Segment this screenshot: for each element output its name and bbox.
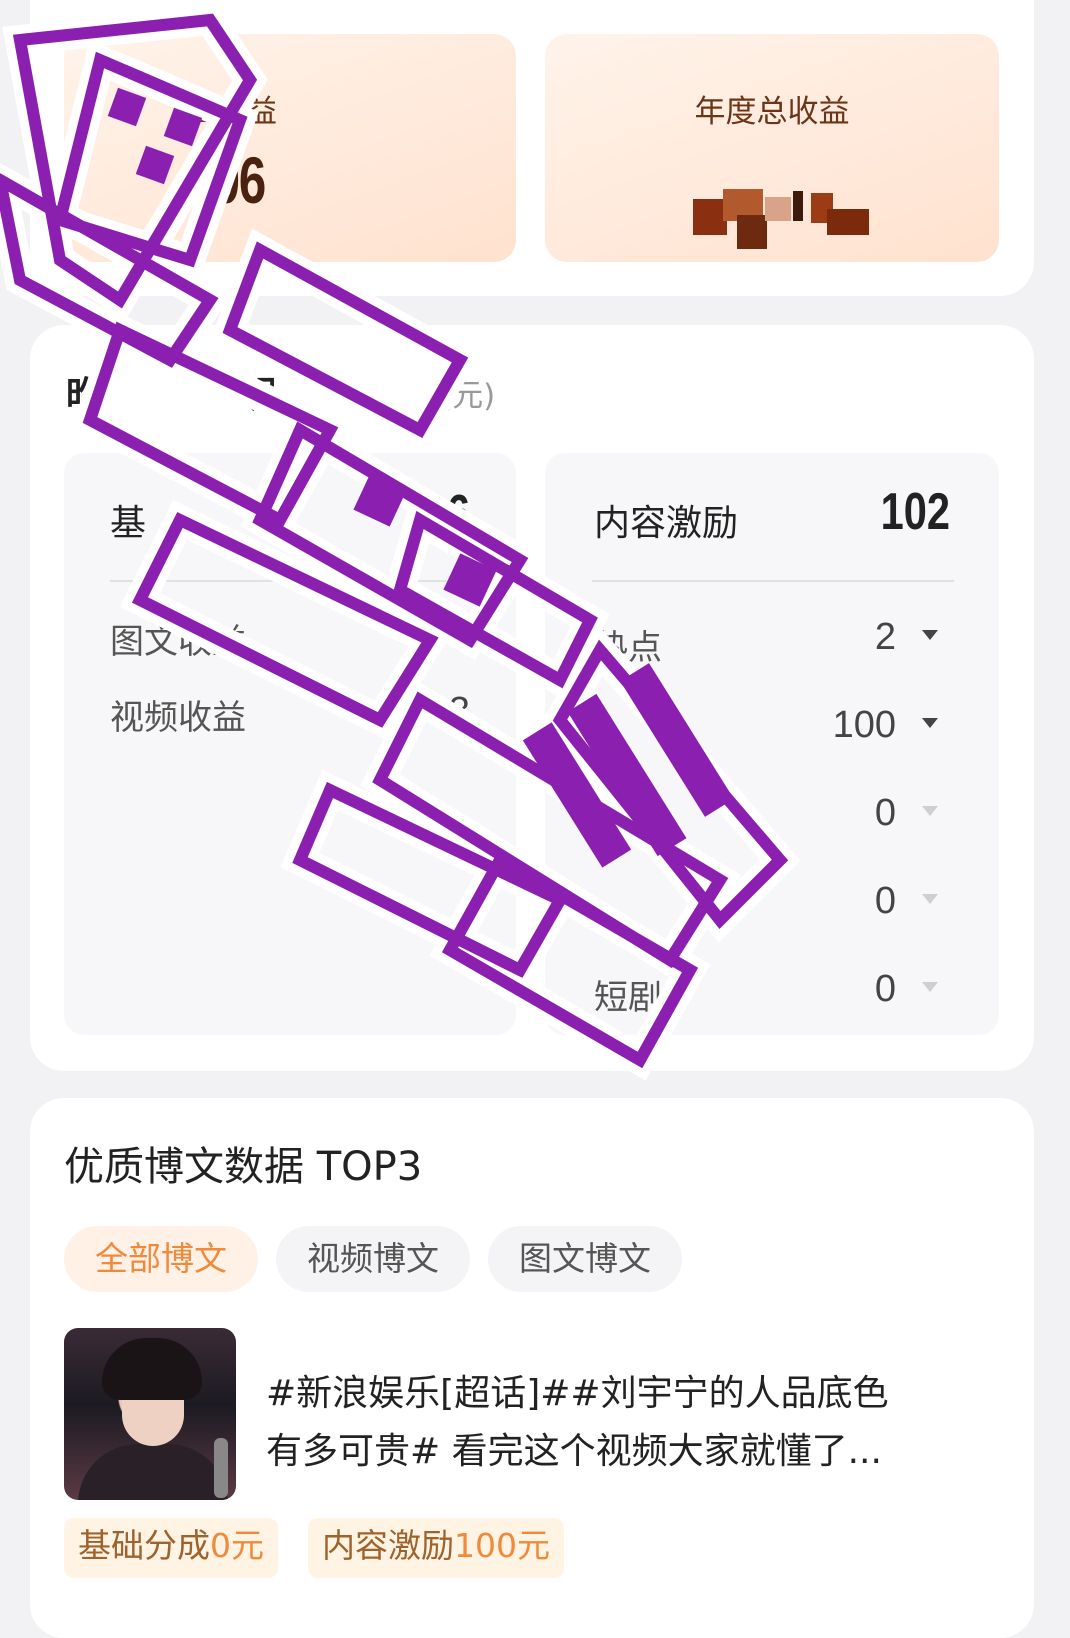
incentive-row-drama-value[interactable]: 0	[780, 968, 896, 1011]
today-earnings-box[interactable]: 日收益 06	[64, 34, 516, 262]
incentive-row-drama-label: 短剧	[594, 978, 662, 1018]
pic-earnings-value: 5	[448, 614, 470, 656]
detail-unit: (元)	[440, 378, 496, 414]
tab-image-posts[interactable]: 图文博文	[488, 1226, 682, 1292]
detail-title-fragment: 昨	[66, 375, 103, 416]
year-earnings-box[interactable]: 年度总收益	[545, 34, 999, 262]
today-earnings-label: 日收益	[184, 94, 277, 130]
chevron-down-icon[interactable]	[922, 630, 938, 640]
post-title-line2[interactable]: 有多可贵# 看完这个视频大家就懂了...	[266, 1422, 882, 1474]
pic-earnings-label: 图文收益	[110, 622, 246, 662]
top3-title: 优质博文数据 TOP3	[64, 1144, 423, 1190]
base-share-label-fragment: 基	[110, 503, 147, 544]
incentive-row-hot-label: 热点	[594, 628, 662, 668]
tab-video-posts[interactable]: 视频博文	[276, 1226, 470, 1292]
year-earnings-label: 年度总收益	[694, 94, 850, 130]
content-incentive-value: 102	[880, 483, 950, 541]
tag-base-share-prefix: 基础分成	[78, 1526, 210, 1565]
tag-base-share-amount: 0元	[210, 1526, 264, 1565]
tag-content-incentive-prefix: 内容激励	[322, 1526, 454, 1565]
video-earnings-value: .23	[417, 690, 470, 732]
incentive-row-3-value[interactable]: 0	[780, 792, 896, 835]
incentive-row-4-value[interactable]: 0	[780, 880, 896, 923]
right-divider	[592, 580, 954, 582]
post-thumbnail[interactable]	[64, 1328, 236, 1500]
tab-all-posts[interactable]: 全部博文	[64, 1226, 258, 1292]
chevron-down-icon[interactable]	[922, 806, 938, 816]
chevron-down-icon[interactable]	[922, 894, 938, 904]
censored-year-value	[693, 189, 869, 249]
base-share-value: 6	[446, 485, 470, 543]
today-earnings-value: 06	[212, 143, 267, 217]
incentive-row-2-value[interactable]: 100	[780, 704, 896, 747]
video-earnings-label: 视频收益	[110, 698, 246, 738]
left-divider	[110, 580, 470, 582]
tag-content-incentive: 内容激励100元	[308, 1518, 564, 1578]
incentive-row-hot-value[interactable]: 2	[780, 616, 896, 659]
content-incentive-label: 内容激励	[594, 503, 739, 544]
chevron-down-icon[interactable]	[922, 718, 938, 728]
tag-content-incentive-amount: 100元	[454, 1526, 550, 1565]
chevron-down-icon[interactable]	[922, 982, 938, 992]
detail-title: 明	[240, 375, 277, 416]
post-title-line1[interactable]: #新浪娱乐[超话]##刘宇宁的人品底色	[266, 1364, 889, 1416]
tag-base-share: 基础分成0元	[64, 1518, 278, 1578]
